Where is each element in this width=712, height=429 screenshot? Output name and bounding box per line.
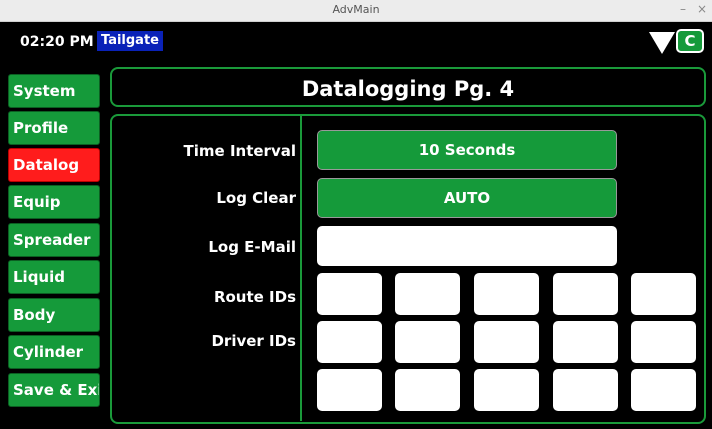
log-clear-label: Log Clear xyxy=(216,189,296,207)
sidebar-item-body[interactable]: Body xyxy=(8,298,100,332)
time-interval-label: Time Interval xyxy=(183,142,296,160)
clock: 02:20 PM xyxy=(20,34,94,50)
page-title: Datalogging Pg. 4 xyxy=(301,77,515,101)
driver-id-field-5[interactable] xyxy=(631,321,696,363)
driver-id-field-3[interactable] xyxy=(474,321,539,363)
sidebar-item-datalog[interactable]: Datalog xyxy=(8,148,100,182)
sidebar-item-profile[interactable]: Profile xyxy=(8,111,100,145)
page-title-panel: Datalogging Pg. 4 xyxy=(110,67,706,107)
status-bar: 02:20 PM Tailgate C xyxy=(0,22,712,60)
window-titlebar: AdvMain – × xyxy=(0,0,712,22)
driver-id-field-6[interactable] xyxy=(317,369,382,411)
driver-ids-label: Driver IDs xyxy=(211,332,296,350)
driver-id-field-9[interactable] xyxy=(553,369,618,411)
route-id-field-5[interactable] xyxy=(631,273,696,315)
mode-badge: Tailgate xyxy=(97,31,163,51)
log-clear-button[interactable]: AUTO xyxy=(317,178,617,218)
signal-icon xyxy=(649,32,675,54)
sidebar-item-liquid[interactable]: Liquid xyxy=(8,260,100,294)
minimize-button[interactable]: – xyxy=(680,2,686,16)
sidebar-item-save-exit[interactable]: Save & Exit xyxy=(8,373,100,407)
route-ids-label: Route IDs xyxy=(213,288,296,306)
sidebar-item-spreader[interactable]: Spreader xyxy=(8,223,100,257)
route-id-field-3[interactable] xyxy=(474,273,539,315)
label-divider xyxy=(300,116,302,421)
window-title: AdvMain xyxy=(332,3,380,16)
sidebar-item-equip[interactable]: Equip xyxy=(8,185,100,219)
log-email-label: Log E-Mail xyxy=(208,238,296,256)
driver-id-field-1[interactable] xyxy=(317,321,382,363)
route-id-field-1[interactable] xyxy=(317,273,382,315)
sidebar-item-system[interactable]: System xyxy=(8,74,100,108)
driver-id-field-2[interactable] xyxy=(395,321,460,363)
connection-badge[interactable]: C xyxy=(676,29,704,53)
driver-id-field-10[interactable] xyxy=(631,369,696,411)
close-button[interactable]: × xyxy=(697,2,707,16)
driver-id-field-8[interactable] xyxy=(474,369,539,411)
driver-id-field-7[interactable] xyxy=(395,369,460,411)
time-interval-button[interactable]: 10 Seconds xyxy=(317,130,617,170)
driver-id-field-4[interactable] xyxy=(553,321,618,363)
sidebar-item-cylinder[interactable]: Cylinder xyxy=(8,335,100,369)
route-id-field-4[interactable] xyxy=(553,273,618,315)
log-email-field[interactable] xyxy=(317,226,617,266)
route-id-field-2[interactable] xyxy=(395,273,460,315)
